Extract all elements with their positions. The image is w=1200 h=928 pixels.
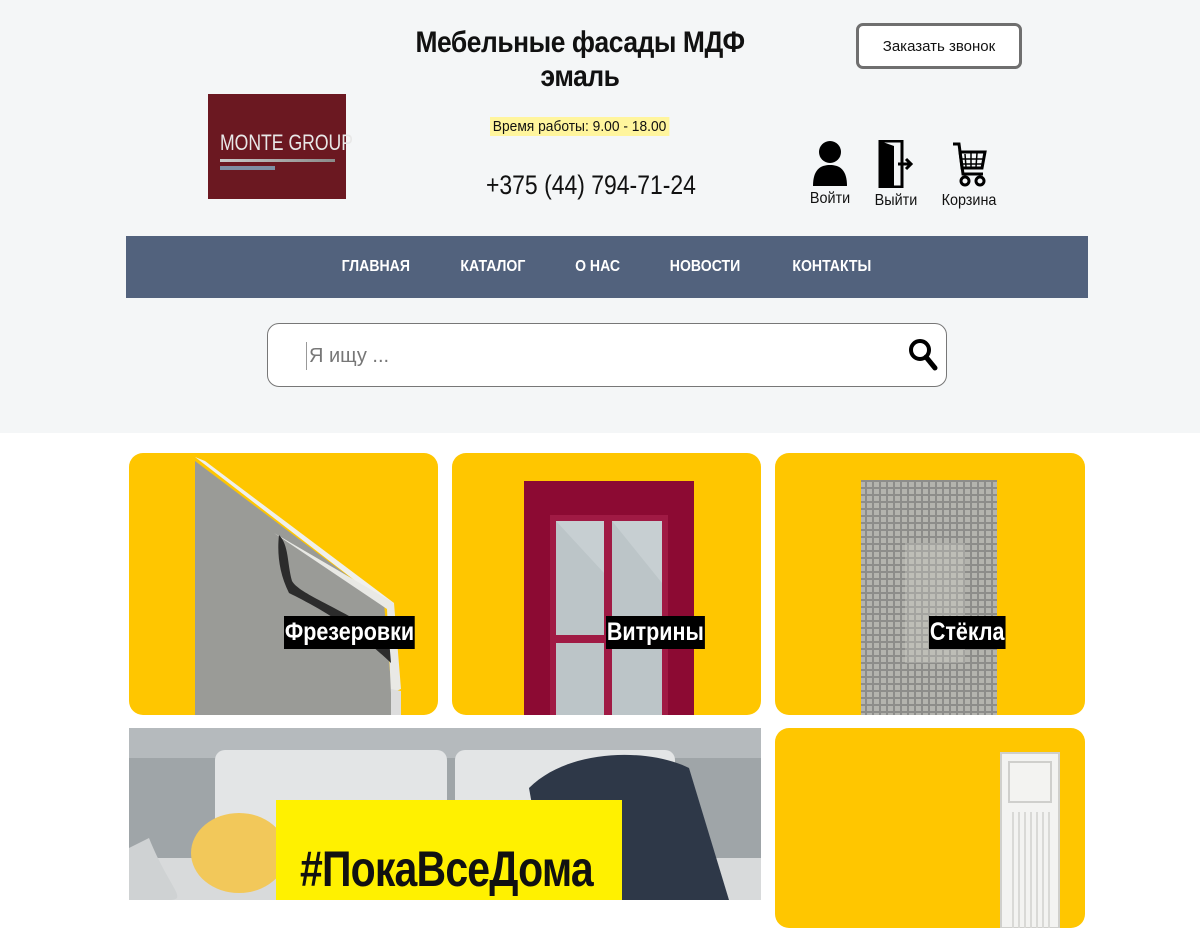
nav-item-home[interactable]: ГЛАВНАЯ	[342, 258, 410, 276]
logo-text: MONTE GROUP	[220, 130, 353, 155]
cart-icon	[953, 142, 987, 187]
logout-button[interactable]: Выйти	[861, 140, 931, 210]
milling-profile-image	[195, 457, 401, 715]
search-input[interactable]	[306, 342, 871, 370]
callback-button[interactable]: Заказать звонок	[856, 23, 1022, 69]
category-tile-showcases[interactable]: Витрины	[452, 453, 761, 715]
logo-accent	[220, 166, 275, 170]
login-button[interactable]: Войти	[795, 140, 865, 208]
door-facade-image	[1000, 752, 1060, 928]
category-label: Стёкла	[929, 616, 1006, 649]
logout-label: Выйти	[874, 192, 918, 209]
nav-item-news[interactable]: НОВОСТИ	[670, 258, 740, 276]
search-bar	[267, 323, 947, 387]
site-logo[interactable]: MONTE GROUP	[208, 94, 353, 199]
glass-panel-image	[861, 480, 997, 715]
login-label: Войти	[809, 190, 851, 207]
logo-underline	[220, 159, 335, 162]
nav-item-catalog[interactable]: КАТАЛОГ	[461, 258, 526, 276]
category-label: Фрезеровки	[284, 616, 415, 649]
showcase-door-image	[524, 481, 694, 715]
exit-door-icon	[878, 140, 914, 188]
phone-number[interactable]: +375 (44) 794-71-24	[486, 170, 696, 201]
cart-label: Корзина	[941, 192, 997, 209]
cart-button[interactable]: Корзина	[934, 140, 1004, 210]
category-tile-doors[interactable]	[775, 728, 1085, 928]
working-hours: Время работы: 9.00 - 18.00	[490, 117, 670, 136]
site-title: Мебельные фасады МДФ эмаль	[415, 26, 745, 93]
main-nav: ГЛАВНАЯ КАТАЛОГ О НАС НОВОСТИ КОНТАКТЫ	[126, 236, 1088, 298]
category-label: Витрины	[606, 616, 705, 649]
category-tile-glass[interactable]: Стёкла	[775, 453, 1085, 715]
nav-item-contacts[interactable]: КОНТАКТЫ	[793, 258, 872, 276]
search-icon[interactable]	[908, 336, 938, 374]
promo-hashtag: #ПокаВсеДома	[300, 841, 594, 897]
promo-banner-caption: #ПокаВсеДома	[276, 800, 622, 900]
nav-item-about[interactable]: О НАС	[575, 258, 620, 276]
user-icon	[813, 141, 847, 186]
category-tile-milling[interactable]: Фрезеровки	[129, 453, 438, 715]
